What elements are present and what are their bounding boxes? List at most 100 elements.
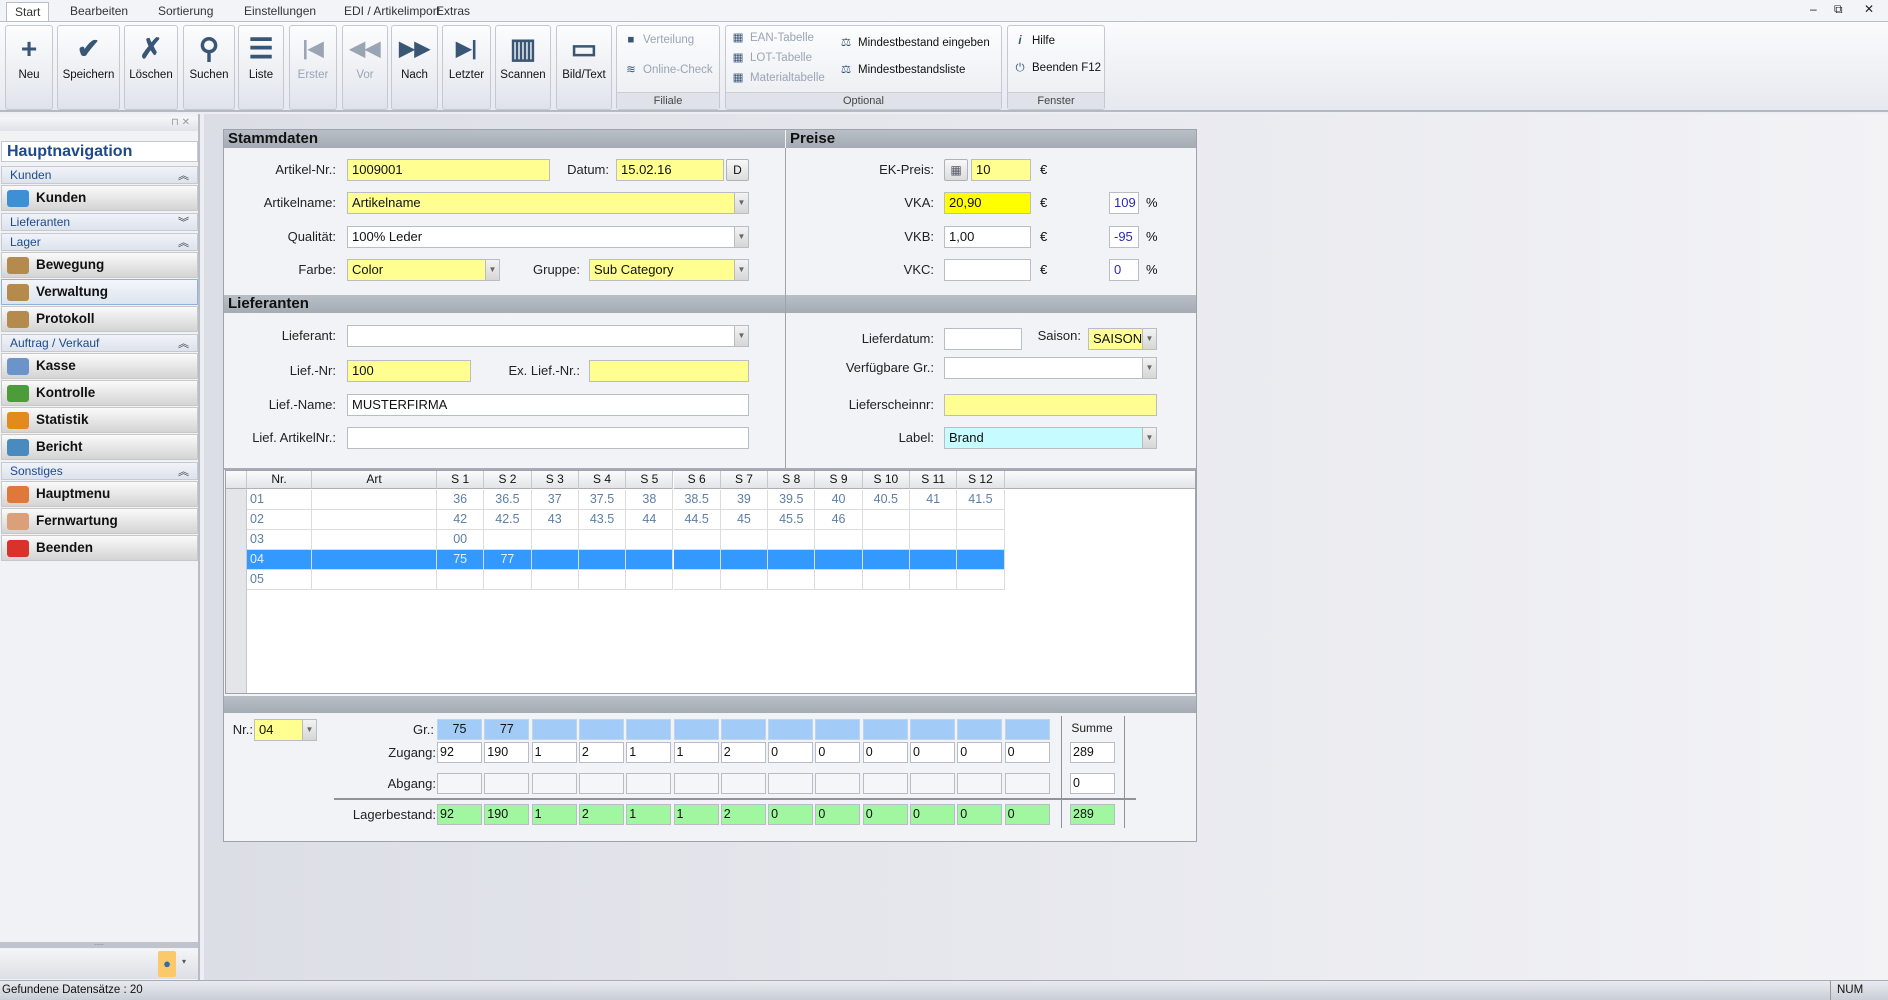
gr-cell[interactable] <box>768 719 814 740</box>
letzter-button[interactable]: ▶| Letzter <box>442 25 491 110</box>
suchen-button[interactable]: ⚲ Suchen <box>183 25 235 110</box>
grid-cell-size[interactable] <box>910 550 958 570</box>
grid-cell-size[interactable] <box>626 530 674 550</box>
grid-cell-size[interactable]: 36.5 <box>484 490 532 510</box>
grid-cell-nr[interactable]: 01 <box>247 490 312 510</box>
grid-cell-art[interactable] <box>312 550 437 570</box>
vka-percent-input[interactable]: 109 <box>1109 192 1139 214</box>
chevron-down-icon[interactable]: ▼ <box>734 227 748 247</box>
grid-cell-size[interactable] <box>578 570 627 590</box>
grid-cell-nr[interactable]: 02 <box>247 510 312 530</box>
vkc-input[interactable] <box>944 259 1031 281</box>
sidebar-group-sonstiges[interactable]: Sonstiges ︽ <box>1 462 198 480</box>
grid-cell-art[interactable] <box>312 510 437 530</box>
gr-cell[interactable]: 75 <box>437 719 482 740</box>
lief-artikelnr-input[interactable] <box>347 427 749 449</box>
zugang-cell[interactable]: 0 <box>910 742 955 763</box>
grid-cell-size[interactable] <box>578 530 627 550</box>
close-button[interactable]: ✕ <box>1864 2 1874 16</box>
grid-cell-size[interactable] <box>484 570 532 590</box>
chevron-down-icon[interactable]: ▾ <box>182 957 186 966</box>
grid-cell-size[interactable]: 41.5 <box>957 490 1005 510</box>
chevron-down-icon[interactable]: ▼ <box>1142 428 1156 448</box>
grid-cell-size[interactable]: 43.5 <box>578 510 627 530</box>
zugang-cell[interactable]: 2 <box>720 742 766 763</box>
abgang-cell[interactable] <box>768 773 814 794</box>
grid-cell-nr[interactable]: 03 <box>247 530 312 550</box>
gr-cell[interactable] <box>862 719 908 740</box>
grid-cell-size[interactable]: 75 <box>437 550 485 570</box>
grid-cell-size[interactable] <box>768 550 816 570</box>
grid-cell-size[interactable] <box>531 550 579 570</box>
zugang-cell[interactable]: 0 <box>768 742 814 763</box>
grid-cell-size[interactable] <box>437 570 485 590</box>
artikel-nr-input[interactable]: 1009001 <box>347 159 550 181</box>
grid-cell-art[interactable] <box>312 530 437 550</box>
grid-cell-size[interactable] <box>768 530 816 550</box>
abgang-cell[interactable] <box>910 773 955 794</box>
chevron-down-icon[interactable]: ▼ <box>485 260 499 280</box>
grid-cell-size[interactable] <box>957 510 1005 530</box>
zugang-cell[interactable]: 2 <box>578 742 624 763</box>
column-header-s7[interactable]: S 7 <box>720 471 769 489</box>
grid-cell-size[interactable] <box>957 550 1005 570</box>
abgang-cell[interactable] <box>484 773 530 794</box>
grid-cell-size[interactable] <box>815 570 863 590</box>
chevron-up-icon[interactable]: ︽ <box>178 335 189 351</box>
grid-cell-size[interactable] <box>673 570 721 590</box>
grid-cell-size[interactable]: 44.5 <box>673 510 721 530</box>
vkb-input[interactable]: 1,00 <box>944 226 1031 248</box>
grid-cell-size[interactable] <box>720 550 769 570</box>
speichern-button[interactable]: ✔ Speichern <box>57 25 120 110</box>
column-header-s5[interactable]: S 5 <box>626 471 674 489</box>
zugang-cell[interactable]: 0 <box>815 742 861 763</box>
grid-cell-size[interactable] <box>815 530 863 550</box>
vor-button[interactable]: ◀◀ Vor <box>342 25 388 110</box>
ek-preis-input[interactable]: 10 <box>971 159 1031 181</box>
qualitaet-combo[interactable]: 100% Leder ▼ <box>347 226 749 248</box>
grid-cell-size[interactable] <box>862 510 910 530</box>
datum-input[interactable]: 15.02.16 <box>616 159 724 181</box>
sidebar-item-kunden[interactable]: Kunden <box>1 185 198 211</box>
grid-cell-size[interactable] <box>531 530 579 550</box>
sidebar-group-lieferanten[interactable]: Lieferanten ︾ <box>1 213 198 231</box>
ribbon-verteilung[interactable]: ■ Verteilung <box>623 34 695 46</box>
nach-button[interactable]: ▶▶ Nach <box>391 25 438 110</box>
grid-cell-art[interactable] <box>312 490 437 510</box>
grid-cell-size[interactable]: 40 <box>815 490 863 510</box>
grid-cell-size[interactable]: 39.5 <box>768 490 816 510</box>
grid-cell-size[interactable]: 45 <box>720 510 769 530</box>
tab-start[interactable]: Start <box>6 2 50 21</box>
tab-extras[interactable]: Extras <box>428 2 478 21</box>
abgang-cell[interactable] <box>673 773 719 794</box>
column-header-s2[interactable]: S 2 <box>484 471 532 489</box>
grid-cell-size[interactable] <box>673 530 721 550</box>
grid-cell-size[interactable] <box>720 570 769 590</box>
zugang-cell[interactable]: 1 <box>626 742 672 763</box>
grid-cell-size[interactable]: 00 <box>437 530 485 550</box>
user-icon[interactable]: ● <box>158 951 176 977</box>
grid-cell-size[interactable]: 38.5 <box>673 490 721 510</box>
sidebar-pin-close[interactable]: ⊓ ✕ <box>0 117 198 131</box>
sidebar-group-kunden[interactable]: Kunden ︽ <box>1 166 198 184</box>
chevron-up-icon[interactable]: ︽ <box>178 167 189 183</box>
zugang-cell[interactable]: 1 <box>673 742 719 763</box>
zugang-cell[interactable]: 0 <box>862 742 908 763</box>
gr-cell[interactable] <box>910 719 955 740</box>
grid-cell-size[interactable] <box>626 570 674 590</box>
chevron-up-icon[interactable]: ︽ <box>178 234 189 250</box>
artikelname-combo[interactable]: Artikelname ▼ <box>347 192 749 214</box>
lieferdatum-input[interactable] <box>944 328 1022 350</box>
chevron-down-icon[interactable]: ▼ <box>734 193 748 213</box>
ribbon-hilfe[interactable]: i Hilfe <box>1012 35 1055 47</box>
ribbon-ean-tabelle[interactable]: ▦ EAN-Tabelle <box>730 30 814 44</box>
grid-cell-size[interactable]: 36 <box>437 490 485 510</box>
sidebar-item-kasse[interactable]: Kasse <box>1 353 198 379</box>
tab-bearbeiten[interactable]: Bearbeiten <box>62 2 136 21</box>
chevron-down-icon[interactable]: ▼ <box>734 260 748 280</box>
gr-cell[interactable] <box>957 719 1003 740</box>
column-header-art[interactable]: Art <box>312 471 437 489</box>
gr-cell[interactable] <box>626 719 672 740</box>
grid-cell-size[interactable]: 45.5 <box>768 510 816 530</box>
ribbon-beenden[interactable]: ⏻ Beenden F12 <box>1012 62 1101 75</box>
